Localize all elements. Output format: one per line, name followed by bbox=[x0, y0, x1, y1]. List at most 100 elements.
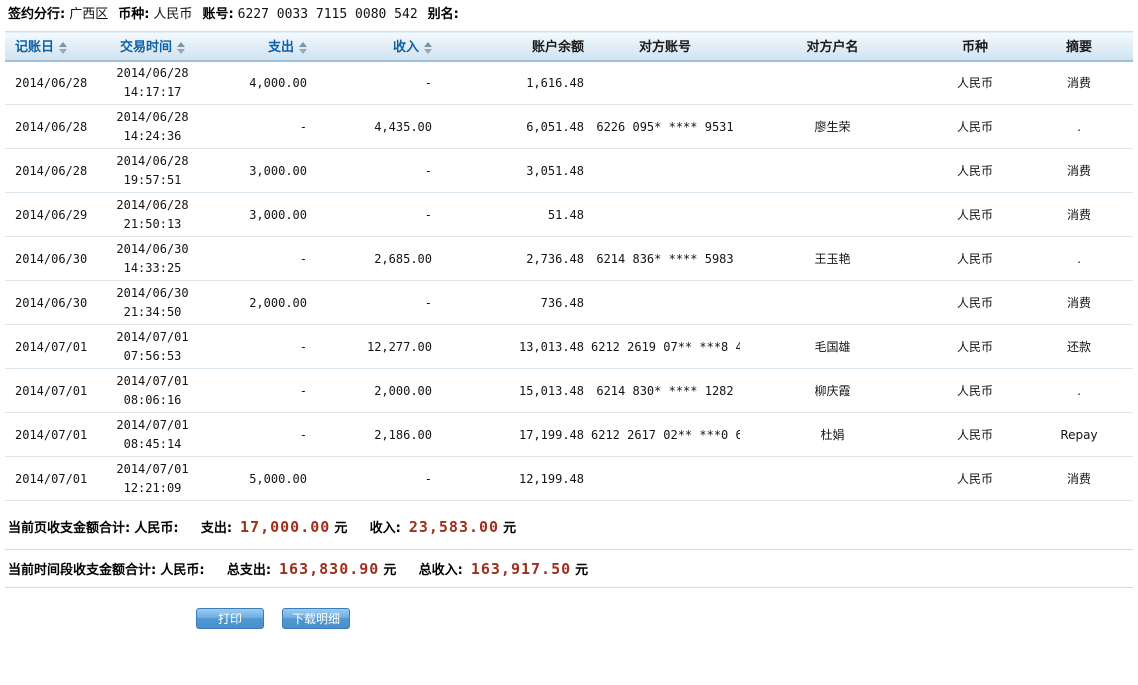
column-header-label: 对方账号 bbox=[639, 40, 691, 55]
period-expense-unit: 元 bbox=[383, 563, 396, 578]
page-income-unit: 元 bbox=[503, 521, 516, 536]
period-income-amount: 163,917.50 bbox=[471, 560, 571, 578]
page-income-label: 收入: bbox=[370, 521, 401, 536]
cell-txn-time: 2014/06/2814:24:36 bbox=[100, 105, 205, 149]
cell-txn-time: 2014/06/2819:57:51 bbox=[100, 149, 205, 193]
table-row: 2014/07/012014/07/0112:21:095,000.00-12,… bbox=[5, 457, 1133, 501]
txn-date-line: 2014/07/01 bbox=[101, 372, 204, 391]
cell-balance: 17,199.48 bbox=[440, 413, 590, 457]
page-expense-label: 支出: bbox=[201, 521, 232, 536]
txn-date-line: 2014/07/01 bbox=[101, 416, 204, 435]
cell-currency: 人民币 bbox=[925, 457, 1025, 501]
cell-counterparty-name: 毛国雄 bbox=[740, 325, 925, 369]
cell-counterparty-name: 杜娟 bbox=[740, 413, 925, 457]
sort-arrows-icon bbox=[177, 42, 185, 54]
cell-currency: 人民币 bbox=[925, 61, 1025, 105]
txn-date-line: 2014/06/30 bbox=[101, 240, 204, 259]
cell-txn-time: 2014/06/2821:50:13 bbox=[100, 193, 205, 237]
cell-booking-date: 2014/07/01 bbox=[5, 413, 100, 457]
page-summary-bar: 当前页收支金额合计: 人民币: 支出: 17,000.00 元 收入: 23,583.… bbox=[5, 501, 1133, 550]
column-header-label: 对方户名 bbox=[806, 40, 858, 55]
cell-counterparty-name bbox=[740, 149, 925, 193]
cell-counterparty-account bbox=[590, 457, 740, 501]
cell-txn-time: 2014/06/3021:34:50 bbox=[100, 281, 205, 325]
column-header-label: 币种 bbox=[962, 40, 988, 55]
cell-summary: 消费 bbox=[1025, 149, 1133, 193]
cell-balance: 15,013.48 bbox=[440, 369, 590, 413]
download-details-button[interactable]: 下载明细 bbox=[282, 608, 350, 629]
period-summary-label: 当前时间段收支金额合计: bbox=[8, 563, 156, 578]
cell-currency: 人民币 bbox=[925, 369, 1025, 413]
cell-booking-date: 2014/07/01 bbox=[5, 457, 100, 501]
print-button[interactable]: 打印 bbox=[196, 608, 264, 629]
txn-time-line: 08:06:16 bbox=[101, 391, 204, 410]
cell-summary: 消费 bbox=[1025, 457, 1133, 501]
column-header-counterparty-account: 对方账号 bbox=[590, 32, 740, 61]
column-header-booking-date[interactable]: 记账日 bbox=[5, 32, 100, 61]
period-summary-bar: 当前时间段收支金额合计: 人民币: 总支出:163,830.90元 总收入:16… bbox=[5, 550, 1133, 588]
cell-balance: 13,013.48 bbox=[440, 325, 590, 369]
cell-booking-date: 2014/06/30 bbox=[5, 237, 100, 281]
column-header-balance: 账户余额 bbox=[440, 32, 590, 61]
table-row: 2014/06/282014/06/2814:17:174,000.00-1,6… bbox=[5, 61, 1133, 105]
cell-booking-date: 2014/06/30 bbox=[5, 281, 100, 325]
page-summary-label: 当前页收支金额合计: bbox=[8, 521, 130, 536]
period-expense-amount: 163,830.90 bbox=[279, 560, 379, 578]
account-number-value: 6227 0033 7115 0080 542 bbox=[238, 7, 418, 22]
table-row: 2014/06/302014/06/3014:33:25-2,685.002,7… bbox=[5, 237, 1133, 281]
cell-summary: 消费 bbox=[1025, 193, 1133, 237]
cell-summary: . bbox=[1025, 105, 1133, 149]
txn-time-line: 21:50:13 bbox=[101, 215, 204, 234]
cell-counterparty-account bbox=[590, 281, 740, 325]
cell-counterparty-name: 柳庆霞 bbox=[740, 369, 925, 413]
cell-counterparty-name bbox=[740, 193, 925, 237]
period-summary-currency: 人民币: bbox=[160, 563, 204, 578]
column-header-income[interactable]: 收入 bbox=[315, 32, 440, 61]
cell-expense: 3,000.00 bbox=[205, 149, 315, 193]
txn-date-line: 2014/06/28 bbox=[101, 196, 204, 215]
cell-currency: 人民币 bbox=[925, 281, 1025, 325]
cell-counterparty-account bbox=[590, 149, 740, 193]
cell-counterparty-account: 6212 2619 07** ***8 468 bbox=[590, 325, 740, 369]
cell-income: 12,277.00 bbox=[315, 325, 440, 369]
cell-balance: 1,616.48 bbox=[440, 61, 590, 105]
table-row: 2014/07/012014/07/0107:56:53-12,277.0013… bbox=[5, 325, 1133, 369]
cell-expense: - bbox=[205, 413, 315, 457]
cell-counterparty-name bbox=[740, 61, 925, 105]
sort-arrows-icon bbox=[299, 42, 307, 54]
column-header-label: 账户余额 bbox=[532, 40, 584, 55]
column-header-txn-time[interactable]: 交易时间 bbox=[100, 32, 205, 61]
cell-expense: - bbox=[205, 237, 315, 281]
txn-time-line: 07:56:53 bbox=[101, 347, 204, 366]
cell-counterparty-name: 王玉艳 bbox=[740, 237, 925, 281]
page-expense-amount: 17,000.00 bbox=[240, 518, 330, 536]
cell-summary: 还款 bbox=[1025, 325, 1133, 369]
cell-counterparty-name bbox=[740, 457, 925, 501]
cell-income: - bbox=[315, 457, 440, 501]
cell-expense: - bbox=[205, 105, 315, 149]
txn-date-line: 2014/07/01 bbox=[101, 328, 204, 347]
table-row: 2014/06/302014/06/3021:34:502,000.00-736… bbox=[5, 281, 1133, 325]
cell-currency: 人民币 bbox=[925, 105, 1025, 149]
table-row: 2014/06/282014/06/2819:57:513,000.00-3,0… bbox=[5, 149, 1133, 193]
currency-label: 币种: bbox=[118, 7, 149, 22]
cell-income: - bbox=[315, 281, 440, 325]
cell-txn-time: 2014/07/0112:21:09 bbox=[100, 457, 205, 501]
table-row: 2014/07/012014/07/0108:06:16-2,000.0015,… bbox=[5, 369, 1133, 413]
sort-arrows-icon bbox=[424, 42, 432, 54]
cell-booking-date: 2014/06/29 bbox=[5, 193, 100, 237]
cell-txn-time: 2014/07/0108:06:16 bbox=[100, 369, 205, 413]
page-income-amount: 23,583.00 bbox=[409, 518, 499, 536]
cell-booking-date: 2014/06/28 bbox=[5, 61, 100, 105]
cell-booking-date: 2014/06/28 bbox=[5, 105, 100, 149]
page-summary-currency: 人民币: bbox=[134, 521, 178, 536]
cell-income: - bbox=[315, 149, 440, 193]
column-header-label: 记账日 bbox=[15, 40, 54, 55]
cell-booking-date: 2014/07/01 bbox=[5, 325, 100, 369]
cell-income: 4,435.00 bbox=[315, 105, 440, 149]
cell-balance: 3,051.48 bbox=[440, 149, 590, 193]
cell-counterparty-account bbox=[590, 193, 740, 237]
txn-date-line: 2014/07/01 bbox=[101, 460, 204, 479]
cell-expense: 5,000.00 bbox=[205, 457, 315, 501]
column-header-expense[interactable]: 支出 bbox=[205, 32, 315, 61]
